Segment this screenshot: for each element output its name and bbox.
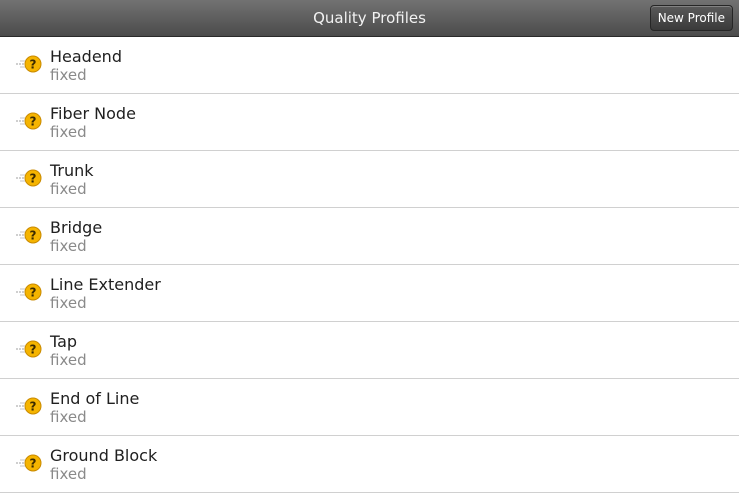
profile-type: fixed <box>50 351 87 369</box>
unknown-status-key-icon: ? <box>16 283 42 301</box>
svg-text:?: ? <box>30 229 37 243</box>
list-item[interactable]: ? Line Extender fixed <box>0 265 739 322</box>
profile-type: fixed <box>50 66 87 84</box>
unknown-status-key-icon: ? <box>16 454 42 472</box>
profile-name: Trunk <box>50 161 94 180</box>
profile-type: fixed <box>50 237 87 255</box>
svg-text:?: ? <box>30 172 37 186</box>
profile-name: Fiber Node <box>50 104 136 123</box>
unknown-status-key-icon: ? <box>16 112 42 130</box>
svg-text:?: ? <box>30 58 37 72</box>
unknown-status-key-icon: ? <box>16 226 42 244</box>
profile-name: Ground Block <box>50 446 158 465</box>
profile-type: fixed <box>50 465 87 483</box>
profile-type: fixed <box>50 123 87 141</box>
list-item[interactable]: ? End of Line fixed <box>0 379 739 436</box>
list-item[interactable]: ? Ground Block fixed <box>0 436 739 493</box>
svg-text:?: ? <box>30 400 37 414</box>
unknown-status-key-icon: ? <box>16 169 42 187</box>
profile-type: fixed <box>50 408 87 426</box>
page-title: Quality Profiles <box>313 9 426 27</box>
unknown-status-key-icon: ? <box>16 397 42 415</box>
svg-text:?: ? <box>30 343 37 357</box>
profile-name: Line Extender <box>50 275 161 294</box>
list-item[interactable]: ? Bridge fixed <box>0 208 739 265</box>
svg-text:?: ? <box>30 286 37 300</box>
profile-name: Bridge <box>50 218 103 237</box>
list-item[interactable]: ? Headend fixed <box>0 37 739 94</box>
action-bar: Quality Profiles New Profile <box>0 0 739 37</box>
list-item[interactable]: ? Trunk fixed <box>0 151 739 208</box>
profile-name: Headend <box>50 47 122 66</box>
svg-text:?: ? <box>30 457 37 471</box>
profile-name: Tap <box>50 332 78 351</box>
profile-name: End of Line <box>50 389 140 408</box>
profile-type: fixed <box>50 180 87 198</box>
profile-type: fixed <box>50 294 87 312</box>
svg-text:?: ? <box>30 115 37 129</box>
unknown-status-key-icon: ? <box>16 55 42 73</box>
new-profile-button[interactable]: New Profile <box>649 5 733 31</box>
profile-list: ? Headend fixed ? Fiber Node fixed ? Tru… <box>0 37 739 493</box>
unknown-status-key-icon: ? <box>16 340 42 358</box>
list-item[interactable]: ? Tap fixed <box>0 322 739 379</box>
list-item[interactable]: ? Fiber Node fixed <box>0 94 739 151</box>
